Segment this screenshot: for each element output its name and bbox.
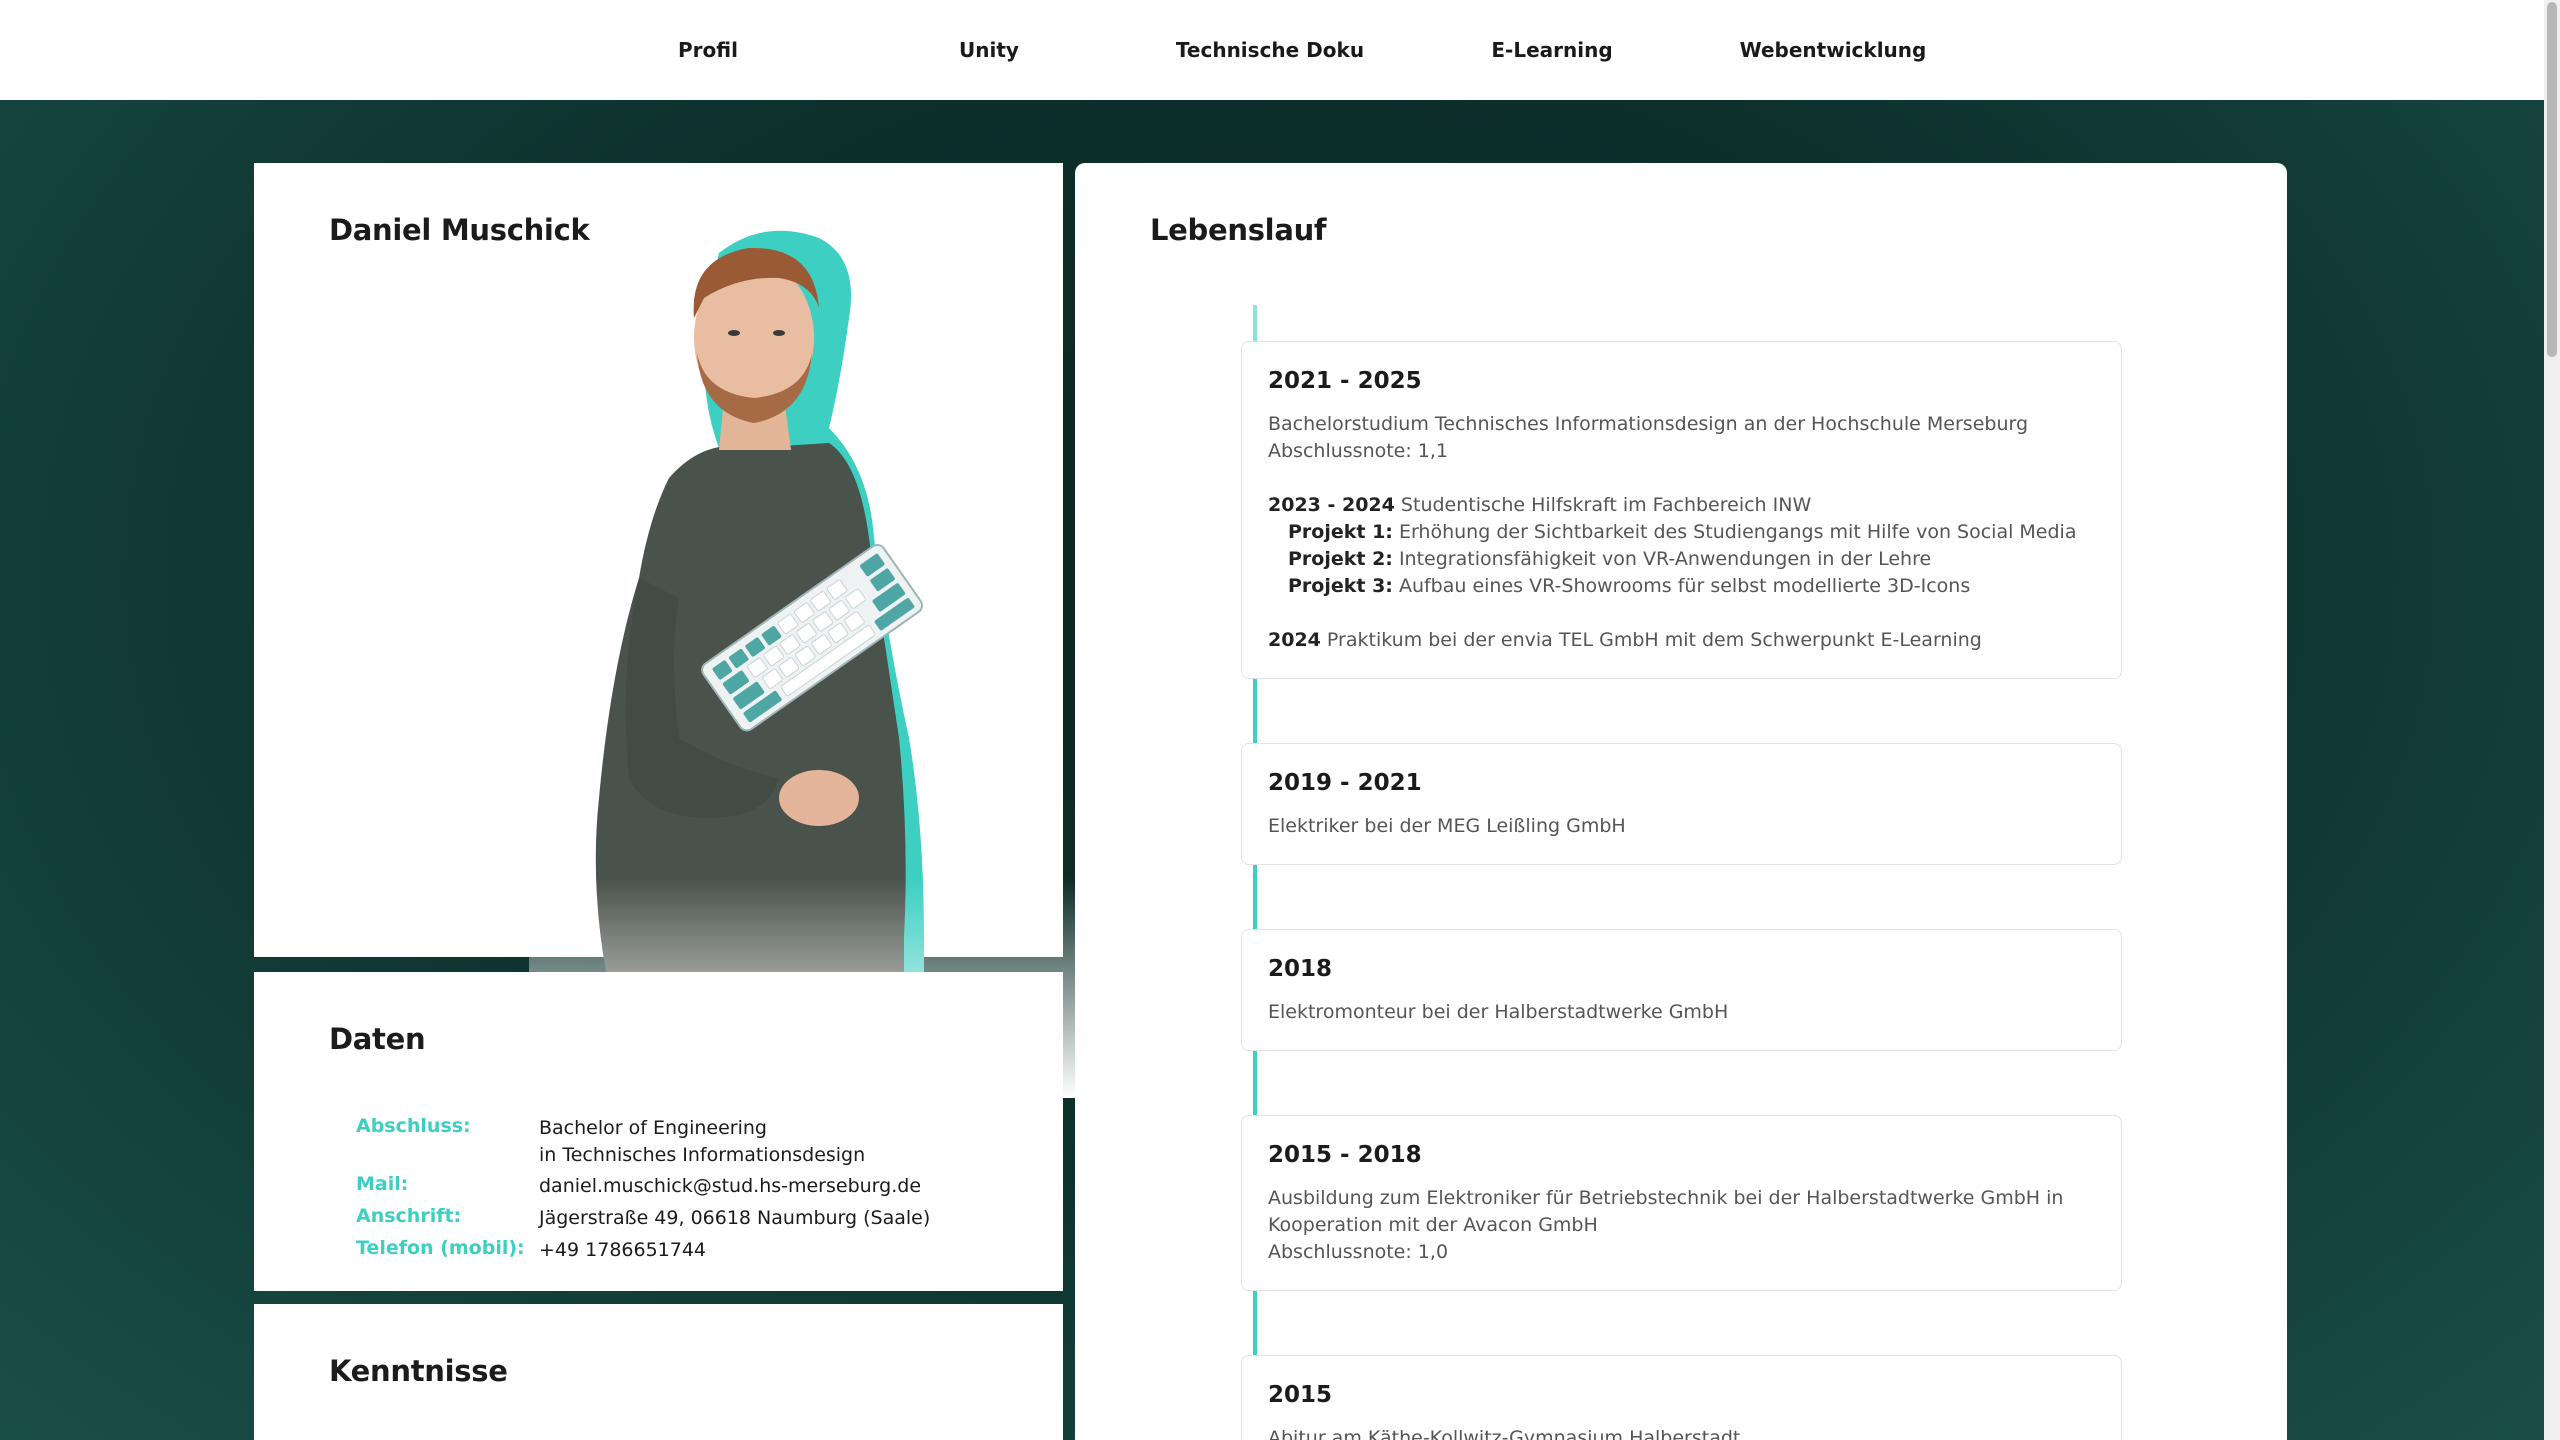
timeline-extra-year: 2024 — [1268, 629, 1321, 651]
timeline-entry: 2018 Elektromonteur bei der Halberstadtw… — [1241, 929, 2122, 1051]
lebenslauf-title: Lebenslauf — [1150, 213, 1327, 247]
timeline-text: Elektriker bei der MEG Leißling GmbH — [1268, 815, 1626, 837]
timeline-year: 2019 - 2021 — [1268, 770, 1422, 796]
email-link[interactable]: daniel.muschick@stud.hs-merseburg.de — [539, 1173, 921, 1200]
timeline-entry: 2019 - 2021 Elektriker bei der MEG Leißl… — [1241, 743, 2122, 865]
nav-item-technische-doku[interactable]: Technische Doku — [1160, 0, 1380, 100]
timeline-line-text: Bachelorstudium Technisches Informations… — [1268, 413, 2029, 435]
timeline-sub-year: 2023 - 2024 — [1268, 494, 1395, 516]
timeline-entry: 2021 - 2025 Bachelorstudium Technisches … — [1241, 341, 2122, 679]
timeline-text: Elektromonteur bei der Halberstadtwerke … — [1268, 1001, 1729, 1023]
top-navigation: Profil Unity Technische Doku E-Learning … — [0, 0, 2544, 100]
timeline-extra: 2024 Praktikum bei der envia TEL GmbH mi… — [1268, 627, 1982, 654]
timeline-entry: 2015 Abitur am Käthe-Kollwitz-Gymnasium … — [1241, 1355, 2122, 1440]
daten-value: Jägerstraße 49, 06618 Naumburg (Saale) — [539, 1207, 931, 1229]
daten-title: Daten — [329, 1022, 426, 1056]
phone-value: +49 1786651744 — [539, 1239, 707, 1261]
timeline-text: Bachelorstudium Technisches Informations… — [1268, 411, 2028, 465]
daten-card: Daten Abschluss: Bachelor of Engineering… — [254, 972, 1063, 1291]
daten-value-line: Bachelor of Engineering — [539, 1117, 767, 1139]
project-label: Projekt 2: — [1288, 548, 1393, 570]
timeline-extra-text: Praktikum bei der envia TEL GmbH mit dem… — [1320, 629, 1982, 651]
daten-key: Abschluss: — [356, 1115, 471, 1137]
project-label: Projekt 3: — [1288, 575, 1393, 597]
timeline-line-text: Kooperation mit der Avacon GmbH — [1268, 1214, 1598, 1236]
timeline-sub-text: Studentische Hilfskraft im Fachbereich I… — [1394, 494, 1812, 516]
project-text: Erhöhung der Sichtbarkeit des Studiengan… — [1392, 521, 2077, 543]
daten-key: Mail: — [356, 1173, 409, 1195]
timeline-text: Abitur am Käthe-Kollwitz-Gymnasium Halbe… — [1268, 1427, 1741, 1440]
timeline-year: 2015 — [1268, 1382, 1333, 1408]
daten-value: Bachelor of Engineering in Technisches I… — [539, 1115, 865, 1169]
timeline-text: Ausbildung zum Elektroniker für Betriebs… — [1268, 1185, 2063, 1266]
daten-key: Telefon (mobil): — [356, 1237, 525, 1259]
project-text: Integrationsfähigkeit von VR-Anwendungen… — [1392, 548, 1932, 570]
kenntnisse-title: Kenntnisse — [329, 1354, 508, 1388]
scrollbar-thumb[interactable] — [2547, 2, 2557, 357]
project-label: Projekt 1: — [1288, 521, 1393, 543]
timeline-line-text: Abschlussnote: 1,1 — [1268, 440, 1449, 462]
nav-item-webentwicklung[interactable]: Webentwicklung — [1723, 0, 1943, 100]
timeline-entry: 2015 - 2018 Ausbildung zum Elektroniker … — [1241, 1115, 2122, 1291]
project-text: Aufbau eines VR-Showrooms für selbst mod… — [1392, 575, 1971, 597]
daten-value-line: in Technisches Informationsdesign — [539, 1144, 866, 1166]
nav-item-unity[interactable]: Unity — [879, 0, 1099, 100]
page-scrollbar[interactable] — [2544, 0, 2560, 1440]
profile-card: Daniel Muschick — [254, 163, 1209, 1098]
nav-item-e-learning[interactable]: E-Learning — [1442, 0, 1662, 100]
kenntnisse-card: Kenntnisse — [254, 1304, 1063, 1440]
timeline-year: 2018 — [1268, 956, 1333, 982]
nav-item-profil[interactable]: Profil — [598, 0, 818, 100]
timeline-line-text: Ausbildung zum Elektroniker für Betriebs… — [1268, 1187, 2064, 1209]
timeline-line-text: Abschlussnote: 1,0 — [1268, 1241, 1449, 1263]
daten-key: Anschrift: — [356, 1205, 462, 1227]
timeline-subsection: 2023 - 2024 Studentische Hilfskraft im F… — [1268, 492, 2076, 600]
timeline-year: 2015 - 2018 — [1268, 1142, 1422, 1168]
timeline-year: 2021 - 2025 — [1268, 368, 1422, 394]
